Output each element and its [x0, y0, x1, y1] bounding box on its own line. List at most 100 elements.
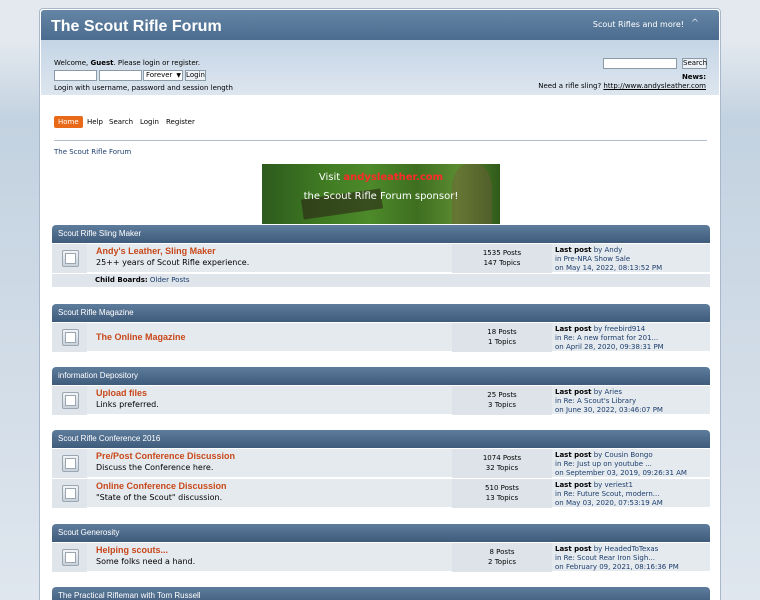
last-post-author[interactable]: by Andy: [594, 246, 623, 254]
last-post-topic[interactable]: in Pre-NRA Show Sale: [555, 255, 662, 264]
category-header[interactable]: Scout Generosity: [52, 524, 710, 542]
last-post-topic[interactable]: in Re: A new format for 201...: [555, 334, 664, 343]
board-last-post: Last post by HeadedToTexas in Re: Scout …: [555, 545, 679, 572]
sponsor-banner[interactable]: Visit andysleather.com the Scout Rifle F…: [262, 164, 500, 224]
news-link[interactable]: http://www.andysleather.com: [603, 82, 706, 90]
board-status-icon: [62, 392, 79, 409]
board-description: Some folks need a hand.: [96, 557, 196, 566]
board-row: Online Conference Discussion "State of t…: [52, 479, 710, 508]
board-last-post: Last post by Cousin Bongo in Re: Just up…: [555, 451, 687, 478]
collapse-icon[interactable]: ^: [689, 18, 701, 30]
last-post-topic[interactable]: in Re: Future Scout, modern...: [555, 490, 663, 499]
board-row: Helping scouts... Some folks need a hand…: [52, 543, 710, 572]
menu-login[interactable]: Login: [140, 116, 159, 128]
last-post-date: on May 14, 2022, 08:13:52 PM: [555, 264, 663, 272]
login-hint: Login with username, password and sessio…: [54, 84, 233, 92]
last-post-topic[interactable]: in Re: Scout Rear Iron Sigh...: [555, 554, 679, 563]
board-topics: 13 Topics: [485, 494, 519, 502]
guest-label: Guest: [90, 59, 114, 67]
board-name[interactable]: Upload files: [96, 388, 147, 398]
board-status-icon: [62, 455, 79, 472]
last-post-author[interactable]: by HeadedToTexas: [594, 545, 659, 553]
board-stats: 25 Posts 3 Topics: [452, 386, 552, 415]
last-post-date: on May 03, 2020, 07:53:19 AM: [555, 499, 663, 507]
board-posts: 1074 Posts: [482, 454, 522, 462]
last-post-date: on June 30, 2022, 03:46:07 PM: [555, 406, 663, 414]
board-name[interactable]: Andy's Leather, Sling Maker: [96, 246, 216, 256]
board-icon-cell: [52, 244, 87, 273]
board-description: Links preferred.: [96, 400, 159, 409]
news-title: News:: [681, 73, 706, 81]
menu-search[interactable]: Search: [109, 116, 133, 128]
board-status-icon: [62, 329, 79, 346]
menu-register[interactable]: Register: [166, 116, 195, 128]
username-input[interactable]: [54, 70, 97, 81]
category-header[interactable]: Scout Rifle Conference 2016: [52, 430, 710, 448]
board-posts: 1535 Posts: [482, 249, 522, 257]
session-length-value: Forever: [146, 71, 173, 79]
board-status-icon: [62, 250, 79, 267]
last-post-author[interactable]: by veriest1: [594, 481, 633, 489]
session-length-select[interactable]: Forever ▼: [143, 70, 183, 81]
last-post-author[interactable]: by Aries: [594, 388, 622, 396]
child-boards-label: Child Boards:: [95, 276, 148, 284]
board-topics: 1 Topics: [488, 338, 516, 346]
welcome-text: Welcome, Guest. Please login or register…: [54, 59, 200, 67]
board-name[interactable]: Helping scouts...: [96, 545, 168, 555]
category-header[interactable]: Scout Rifle Magazine: [52, 304, 710, 322]
last-post-author[interactable]: by freebird914: [594, 325, 646, 333]
last-post-author[interactable]: by Cousin Bongo: [594, 451, 653, 459]
board-name[interactable]: The Online Magazine: [96, 332, 186, 342]
board-icon-cell: [52, 323, 87, 352]
menu-home[interactable]: Home: [54, 116, 83, 128]
banner-visit: Visit: [318, 172, 344, 183]
board-topics: 147 Topics: [483, 259, 521, 267]
category-header[interactable]: Scout Rifle Sling Maker: [52, 225, 710, 243]
news-text: Need a rifle sling? http://www.andysleat…: [538, 82, 706, 90]
forum-slogan: Scout Rifles and more!: [592, 20, 684, 29]
welcome-prefix: Welcome,: [54, 59, 91, 67]
board-icon-cell: [52, 449, 87, 478]
welcome-suffix: . Please login or register.: [113, 59, 201, 67]
board-stats: 1535 Posts 147 Topics: [452, 244, 552, 273]
category-header[interactable]: information Depository: [52, 367, 710, 385]
forum-title[interactable]: The Scout Rifle Forum: [51, 18, 222, 36]
board-stats: 510 Posts 13 Topics: [452, 479, 552, 508]
last-post-label: Last post: [555, 451, 592, 459]
board-description: 25++ years of Scout Rifle experience.: [96, 258, 250, 267]
last-post-label: Last post: [555, 481, 592, 489]
board-row: Andy's Leather, Sling Maker 25++ years o…: [52, 244, 710, 273]
last-post-label: Last post: [555, 545, 592, 553]
board-description: Discuss the Conference here.: [96, 463, 214, 472]
board-description: "State of the Scout" discussion.: [96, 493, 223, 502]
board-name[interactable]: Pre/Post Conference Discussion: [96, 451, 235, 461]
board-last-post: Last post by veriest1 in Re: Future Scou…: [555, 481, 663, 508]
login-button[interactable]: Login: [185, 70, 206, 81]
board-topics: 3 Topics: [488, 401, 516, 409]
category-header[interactable]: The Practical Rifleman with Tom Russell: [52, 587, 710, 600]
menu-help[interactable]: Help: [87, 116, 103, 128]
child-board-link[interactable]: Older Posts: [150, 276, 190, 284]
board-status-icon: [62, 549, 79, 566]
search-button[interactable]: Search: [682, 58, 707, 69]
last-post-date: on September 03, 2019, 09:26:31 AM: [555, 469, 687, 477]
header-bar: The Scout Rifle Forum Scout Rifles and m…: [41, 10, 719, 40]
last-post-topic[interactable]: in Re: A Scout's Library: [555, 397, 663, 406]
last-post-label: Last post: [555, 325, 592, 333]
board-posts: 25 Posts: [487, 391, 517, 399]
chevron-down-icon: ▼: [176, 72, 181, 79]
forum-wrapper: The Scout Rifle Forum Scout Rifles and m…: [39, 8, 721, 600]
last-post-date: on April 28, 2020, 09:38:31 PM: [555, 343, 664, 351]
last-post-date: on February 09, 2021, 08:16:36 PM: [555, 563, 679, 571]
menu-divider: [54, 140, 707, 141]
news-text-label: Need a rifle sling?: [538, 82, 604, 90]
board-icon-cell: [52, 543, 87, 572]
board-status-icon: [62, 485, 79, 502]
banner-link: andysleather.com: [343, 172, 444, 183]
password-input[interactable]: [99, 70, 142, 81]
board-name[interactable]: Online Conference Discussion: [96, 481, 227, 491]
search-input[interactable]: [603, 58, 677, 69]
breadcrumb[interactable]: The Scout Rifle Forum: [54, 148, 131, 156]
last-post-topic[interactable]: in Re: Just up on youtube ...: [555, 460, 687, 469]
child-boards-row: Child Boards: Older Posts: [52, 274, 710, 287]
